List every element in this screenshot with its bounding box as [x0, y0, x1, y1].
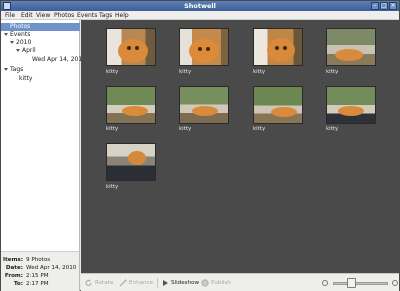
globe-icon	[201, 278, 209, 287]
bottom-toolbar: Rotate Enhance Slideshow Publish	[81, 273, 399, 291]
date-label: Date:	[5, 265, 23, 271]
sidebar-item-month[interactable]: April	[1, 47, 80, 55]
shotwell-window: Shotwell – □ × File Edit View Photos Eve…	[0, 0, 400, 291]
maximize-button[interactable]: □	[380, 2, 388, 10]
from-value: 2:15 PM	[26, 273, 49, 279]
photo-thumbnail[interactable]	[179, 28, 229, 66]
sidebar-item-tags[interactable]: Tags	[1, 66, 80, 74]
cat-photo-icon	[267, 38, 295, 62]
menu-bar: File Edit View Photos Events Tags Help	[1, 11, 399, 20]
photo-caption: kitty	[179, 126, 192, 132]
menu-edit[interactable]: Edit	[21, 12, 33, 19]
cat-photo-icon	[335, 49, 363, 61]
photo-thumbnail[interactable]	[106, 28, 156, 66]
expander-down-icon[interactable]	[4, 68, 8, 71]
rotate-button[interactable]: Rotate	[85, 278, 113, 288]
cat-photo-icon	[118, 39, 148, 63]
sidebar-item-photos[interactable]: Photos	[1, 23, 80, 31]
sidebar-item-label: 2010	[16, 39, 32, 46]
photo-caption: kitty	[106, 184, 119, 190]
menu-tags[interactable]: Tags	[99, 12, 112, 19]
sidebar-item-label: Events	[10, 31, 31, 38]
window-title: Shotwell	[184, 2, 216, 10]
sidebar-item-label: Wed Apr 14, 2010	[32, 56, 86, 63]
sidebar-item-label: April	[22, 47, 36, 54]
photo-thumbnail[interactable]	[253, 86, 303, 124]
sidebar: Photos Events 2010 April Wed Apr 14, 201…	[1, 20, 86, 251]
photo-thumbnail[interactable]	[179, 86, 229, 124]
menu-events[interactable]: Events	[77, 12, 97, 19]
magic-wand-icon	[119, 279, 127, 286]
minimize-button[interactable]: –	[371, 2, 379, 10]
menu-view[interactable]: View	[36, 12, 50, 19]
zoom-slider-handle[interactable]	[346, 278, 356, 288]
zoom-slider-track[interactable]	[333, 282, 388, 285]
cat-photo-icon	[338, 106, 364, 116]
photo-thumbnail[interactable]	[253, 28, 303, 66]
photo-caption: kitty	[326, 126, 339, 132]
sidebar-item-year[interactable]: 2010	[1, 39, 80, 47]
items-label: Items:	[3, 257, 23, 263]
sidebar-item-label: Photos	[10, 23, 31, 30]
cat-photo-icon	[128, 151, 146, 165]
enhance-button[interactable]: Enhance	[119, 278, 153, 288]
photo-grid: kitty kitty kitty kitty kitty kitty kitt…	[81, 20, 399, 273]
expander-down-icon[interactable]	[4, 33, 8, 36]
photo-caption: kitty	[106, 69, 119, 75]
photo-thumbnail[interactable]	[106, 86, 156, 124]
sidebar-item-tag-kitty[interactable]: kitty	[1, 75, 80, 83]
expander-down-icon[interactable]	[16, 49, 20, 52]
date-value: Wed Apr 14, 2010	[26, 265, 77, 271]
photo-caption: kitty	[253, 126, 266, 132]
rotate-icon	[85, 278, 92, 286]
rotate-label: Rotate	[95, 280, 114, 286]
toolbar-separator	[157, 278, 158, 288]
slideshow-label: Slideshow	[171, 280, 200, 286]
items-value: 9 Photos	[26, 257, 51, 263]
from-label: From:	[4, 273, 23, 279]
photo-thumbnail[interactable]	[326, 86, 376, 124]
info-panel: Items: 9 Photos Date: Wed Apr 14, 2010 Fro…	[1, 251, 80, 291]
cat-photo-icon	[189, 39, 219, 63]
expander-down-icon[interactable]	[10, 41, 14, 44]
photo-caption: kitty	[253, 69, 266, 75]
sidebar-item-day[interactable]: Wed Apr 14, 2010	[1, 56, 86, 64]
to-label: To:	[13, 281, 23, 287]
publish-button[interactable]: Publish	[201, 278, 231, 288]
play-icon	[163, 279, 168, 286]
publish-label: Publish	[211, 280, 231, 286]
sidebar-item-label: Tags	[10, 66, 24, 73]
menu-help[interactable]: Help	[115, 12, 129, 19]
sidebar-item-events[interactable]: Events	[1, 31, 80, 39]
photo-caption: kitty	[106, 126, 119, 132]
title-bar[interactable]: Shotwell – □ ×	[1, 1, 399, 11]
photo-caption: kitty	[326, 69, 339, 75]
cat-photo-icon	[271, 107, 297, 117]
slideshow-button[interactable]: Slideshow	[161, 278, 199, 288]
menu-file[interactable]: File	[5, 12, 15, 19]
zoom-in-icon[interactable]	[392, 280, 398, 286]
menu-photos[interactable]: Photos	[54, 12, 74, 19]
photo-thumbnail[interactable]	[106, 143, 156, 181]
sidebar-item-label: kitty	[19, 75, 33, 82]
photo-thumbnail[interactable]	[326, 28, 376, 66]
photo-caption: kitty	[179, 69, 192, 75]
cat-photo-icon	[122, 106, 148, 116]
cat-photo-icon	[192, 106, 218, 116]
zoom-out-icon[interactable]	[322, 280, 328, 286]
to-value: 2:17 PM	[26, 281, 49, 287]
enhance-label: Enhance	[129, 280, 154, 286]
close-button[interactable]: ×	[389, 2, 397, 10]
